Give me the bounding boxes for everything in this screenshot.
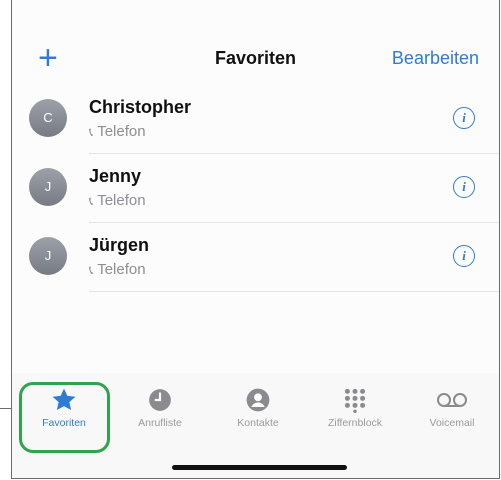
tab-label: Favoriten [42,417,86,429]
keypad-icon [315,385,395,415]
contact-name: Christopher [89,97,192,117]
tab-label: Anrufliste [138,417,182,429]
contact-name: Jenny [89,166,142,186]
voicemail-icon [412,385,492,415]
tab-label: Kontakte [237,417,279,429]
tab-bar: Favoriten Anrufliste Kontakte Ziffernblo… [12,373,499,478]
navigation-bar: + Favoriten Bearbeiten [12,38,499,82]
phone-icon: 📞︎ [89,194,94,208]
divider [89,291,499,292]
tab-anrufliste[interactable]: Anrufliste [120,385,200,429]
avatar: C [29,99,67,137]
contact-type-label: Telefon [97,261,146,278]
list-item[interactable]: J Jenny 📞︎ Telefon i [12,154,499,223]
star-icon [24,385,104,415]
clock-icon [120,385,200,415]
tab-voicemail[interactable]: Voicemail [412,385,492,429]
contact-type-label: Telefon [97,192,146,209]
tab-kontakte[interactable]: Kontakte [218,385,298,429]
contact-icon [218,385,298,415]
tab-favoriten[interactable]: Favoriten [24,385,104,429]
info-icon[interactable]: i [453,176,475,198]
edit-button[interactable]: Bearbeiten [392,48,479,69]
contact-type: 📞︎ Telefon [89,261,146,278]
info-icon[interactable]: i [453,245,475,267]
list-item[interactable]: C Christopher 📞︎ Telefon i [12,85,499,154]
contact-type: 📞︎ Telefon [89,192,146,209]
tab-ziffernblock[interactable]: Ziffernblock [315,385,395,429]
contact-name: Jürgen [89,235,150,255]
tab-label: Voicemail [429,417,475,429]
contact-type-label: Telefon [97,123,146,140]
phone-icon: 📞︎ [89,263,94,277]
avatar: J [29,168,67,206]
tab-label: Ziffernblock [327,417,383,429]
list-item[interactable]: J Jürgen 📞︎ Telefon i [12,223,499,292]
phone-screen: + Favoriten Bearbeiten C Christopher 📞︎ T… [11,0,500,479]
phone-icon: 📞︎ [89,125,94,139]
contact-type: 📞︎ Telefon [89,123,146,140]
info-icon[interactable]: i [453,107,475,129]
favorites-list: C Christopher 📞︎ Telefon i J Jenny 📞︎ Tele… [12,85,499,292]
home-indicator[interactable] [172,465,347,470]
avatar: J [29,237,67,275]
